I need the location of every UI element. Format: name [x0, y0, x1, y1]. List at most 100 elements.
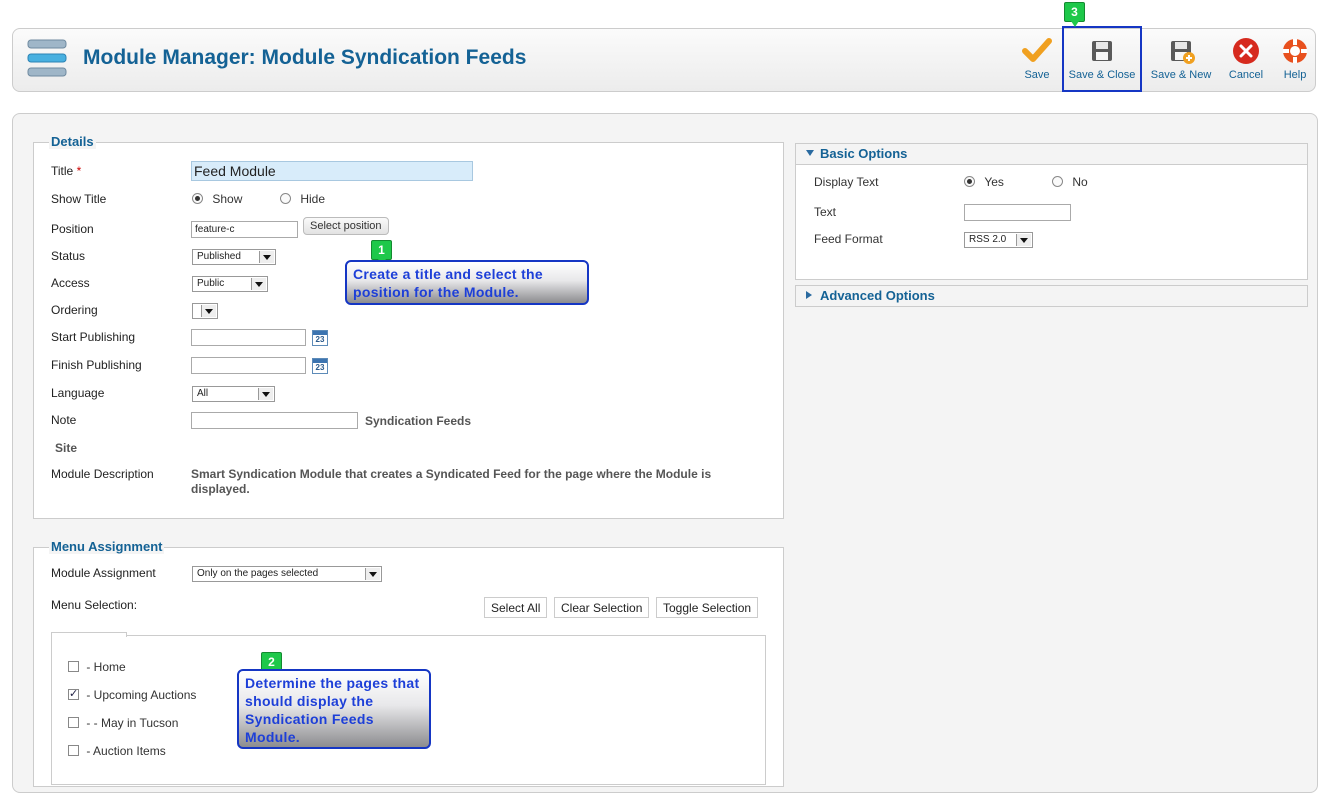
menu-tab[interactable] — [51, 632, 127, 637]
callout-1: Create a title and select the position f… — [345, 260, 589, 305]
start-publishing-input[interactable] — [191, 329, 306, 346]
menu-item-label: - Home — [86, 660, 126, 674]
triangle-down-icon — [806, 150, 814, 156]
status-select[interactable]: Published — [192, 249, 276, 265]
save-close-highlight — [1062, 26, 1142, 92]
module-assignment-label: Module Assignment — [51, 566, 156, 580]
menu-assignment-legend: Menu Assignment — [49, 539, 165, 554]
chevron-down-icon — [201, 305, 216, 317]
language-select[interactable]: All — [192, 386, 275, 402]
no-option-label: No — [1072, 175, 1088, 189]
show-option-label: Show — [212, 192, 243, 206]
ordering-select[interactable] — [192, 303, 218, 319]
note-label: Note — [51, 413, 77, 427]
module-assignment-select[interactable]: Only on the pages selected — [192, 566, 382, 582]
module-manager-logo-icon — [27, 38, 67, 80]
finish-publishing-input[interactable] — [191, 357, 306, 374]
note-input[interactable] — [191, 412, 358, 429]
basic-options-heading[interactable]: Basic Options — [795, 143, 1308, 165]
show-title-hide-option[interactable]: Hide — [280, 192, 325, 206]
menu-item-label: - Upcoming Auctions — [86, 688, 197, 702]
menu-item[interactable]: - Home — [68, 660, 126, 674]
chevron-down-icon — [365, 568, 380, 580]
cancel-icon — [1230, 36, 1262, 66]
details-legend: Details — [49, 134, 96, 149]
menu-item-checkbox[interactable] — [68, 661, 79, 672]
title-label: Title * — [51, 164, 81, 178]
chevron-down-icon — [1016, 234, 1031, 246]
finish-publishing-label: Finish Publishing — [51, 358, 142, 372]
feed-format-value: RSS 2.0 — [969, 234, 1007, 245]
text-label: Text — [814, 205, 837, 219]
select-position-button[interactable]: Select position — [303, 217, 389, 235]
yes-option-label: Yes — [984, 175, 1004, 189]
module-assignment-value: Only on the pages selected — [197, 568, 319, 579]
check-icon — [1021, 36, 1053, 66]
calendar-day: 23 — [315, 363, 325, 372]
feed-format-select[interactable]: RSS 2.0 — [964, 232, 1033, 248]
status-label: Status — [51, 249, 86, 263]
access-value: Public — [197, 278, 225, 289]
chevron-down-icon — [258, 388, 273, 400]
basic-options-heading-text: Basic Options — [820, 146, 908, 161]
triangle-right-icon — [806, 291, 812, 299]
text-input[interactable] — [964, 204, 1071, 221]
calendar-icon[interactable]: 23 — [312, 330, 328, 346]
menu-item-label: - - May in Tucson — [86, 716, 179, 730]
access-select[interactable]: Public — [192, 276, 268, 292]
menu-item[interactable]: - Auction Items — [68, 744, 166, 758]
show-title-show-option[interactable]: Show — [192, 192, 242, 206]
help-button[interactable]: Help — [1278, 36, 1312, 81]
required-mark: * — [76, 164, 82, 178]
hide-radio[interactable] — [280, 193, 291, 204]
help-label: Help — [1283, 69, 1307, 81]
show-radio[interactable] — [192, 193, 203, 204]
site-label: Site — [55, 441, 78, 455]
language-label: Language — [51, 386, 105, 400]
menu-selection-label: Menu Selection: — [51, 598, 138, 612]
menu-item[interactable]: - Upcoming Auctions — [68, 687, 197, 702]
cancel-button[interactable]: Cancel — [1225, 36, 1267, 81]
title-input[interactable]: Feed Module — [191, 161, 473, 181]
save-label: Save — [1024, 69, 1050, 81]
display-text-no-option[interactable]: No — [1052, 175, 1088, 189]
start-publishing-label: Start Publishing — [51, 330, 136, 344]
select-all-button[interactable]: Select All — [484, 597, 548, 618]
chevron-down-icon — [251, 278, 266, 290]
save-button[interactable]: Save — [1017, 36, 1057, 81]
toggle-selection-button[interactable]: Toggle Selection — [656, 597, 759, 618]
advanced-options-heading[interactable]: Advanced Options — [795, 285, 1308, 307]
hide-option-label: Hide — [300, 192, 326, 206]
menu-item-checkbox[interactable] — [68, 745, 79, 756]
no-radio[interactable] — [1052, 176, 1063, 187]
position-input[interactable]: feature-c — [191, 221, 298, 238]
floppy-disk-plus-icon — [1165, 36, 1197, 66]
calendar-day: 23 — [315, 335, 325, 344]
menu-item-checkbox[interactable] — [68, 717, 79, 728]
calendar-icon[interactable]: 23 — [312, 358, 328, 374]
title-label-text: Title — [51, 164, 74, 178]
module-description-label: Module Description — [51, 467, 154, 481]
module-description: Smart Syndication Module that creates a … — [191, 467, 712, 496]
chevron-down-icon — [259, 251, 274, 263]
status-value: Published — [197, 251, 241, 262]
feed-format-label: Feed Format — [814, 232, 883, 246]
help-lifebuoy-icon — [1279, 36, 1311, 66]
display-text-yes-option[interactable]: Yes — [964, 175, 1004, 189]
yes-radio[interactable] — [964, 176, 975, 187]
note-suffix: Syndication Feeds — [365, 414, 472, 428]
cancel-label: Cancel — [1228, 69, 1264, 81]
access-label: Access — [51, 276, 90, 290]
language-value: All — [197, 388, 209, 399]
callout-2: Determine the pages that should display … — [237, 669, 431, 749]
menu-item[interactable]: - - May in Tucson — [68, 716, 178, 730]
display-text-label: Display Text — [814, 175, 879, 189]
ordering-label: Ordering — [51, 303, 98, 317]
save-and-new-button[interactable]: Save & New — [1148, 36, 1214, 81]
menu-item-label: - Auction Items — [86, 744, 166, 758]
menu-item-checkbox[interactable] — [68, 687, 79, 700]
save-and-new-label: Save & New — [1150, 69, 1212, 81]
details-fieldset — [33, 142, 784, 519]
clear-selection-button[interactable]: Clear Selection — [554, 597, 650, 618]
page-title: Module Manager: Module Syndication Feeds — [83, 46, 527, 69]
